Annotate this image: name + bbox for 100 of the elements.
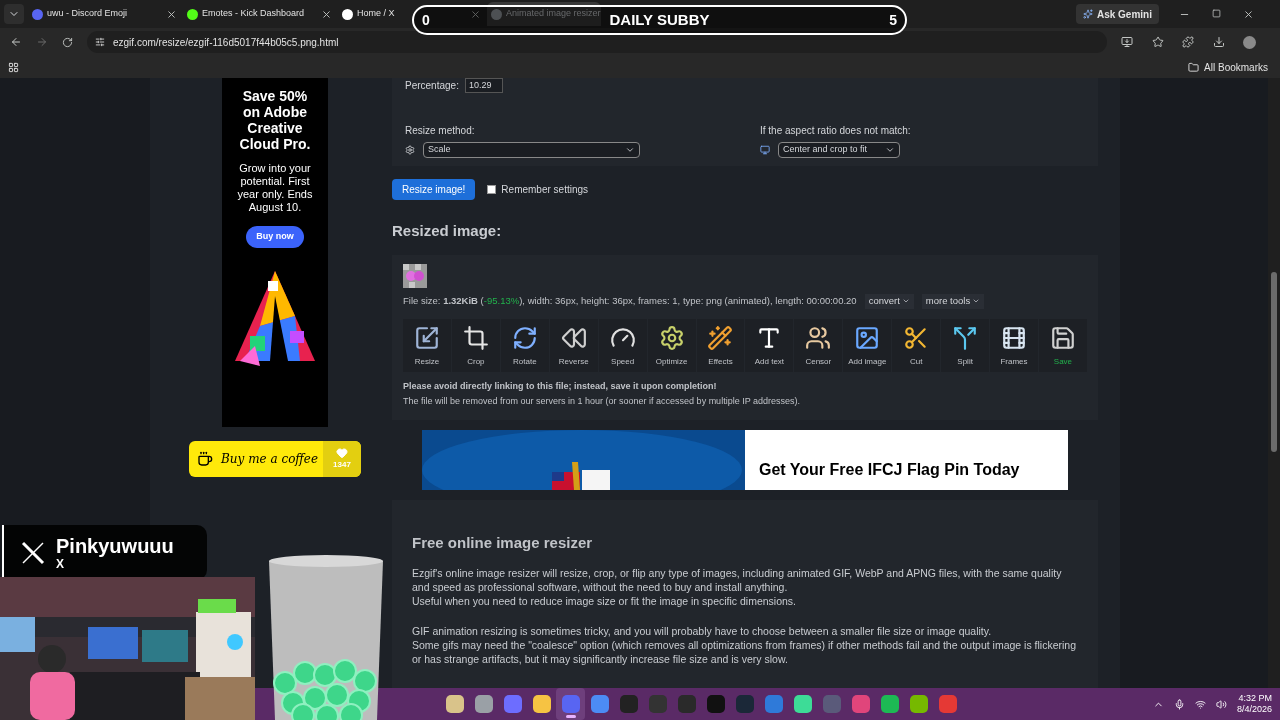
site-icon bbox=[187, 8, 198, 20]
site-info-icon bbox=[95, 37, 105, 47]
app-icon bbox=[474, 695, 493, 713]
split-icon bbox=[952, 324, 979, 351]
tool-button[interactable]: Effects bbox=[696, 318, 745, 372]
sidebar-ad[interactable]: Save 50% on Adobe Creative Cloud Pro. Grow into your potential. First year only. Ends August 10. Buy now bbox=[222, 78, 328, 427]
address-bar[interactable]: ezgif.com/resize/ezgif-116d5017f44b05c5.png.html bbox=[87, 31, 1107, 53]
monitor-icon bbox=[760, 145, 770, 155]
aspect-ratio-select[interactable]: Center and crop to fit bbox=[778, 142, 900, 158]
paragraph: Ezgif's online image resizer will resize, crop, or flip any type of images, including animated GIF, WebP and APNG files, with the same quality and speed as professional software, without the need to buy and install anything. bbox=[412, 565, 1063, 594]
app-icon bbox=[822, 695, 841, 713]
site-icon bbox=[342, 8, 353, 20]
taskbar-button[interactable] bbox=[556, 688, 585, 720]
field-label: Percentage: bbox=[405, 79, 459, 93]
tool-button[interactable]: Add text bbox=[745, 318, 794, 372]
tool-button[interactable]: Resize bbox=[403, 318, 451, 372]
percentage-field[interactable]: 10.29 bbox=[464, 78, 503, 93]
app-icon bbox=[793, 695, 812, 713]
tool-button[interactable]: Crop bbox=[451, 318, 500, 372]
extensions-icon[interactable] bbox=[1182, 35, 1194, 48]
rotate-icon bbox=[511, 324, 538, 351]
resize-method-select[interactable]: Scale bbox=[423, 142, 640, 158]
film-icon bbox=[1001, 324, 1027, 351]
app-icon bbox=[590, 695, 609, 713]
article-heading: Free online image resizer bbox=[412, 535, 594, 550]
close-icon[interactable] bbox=[1243, 8, 1254, 20]
tool-button[interactable]: Speed bbox=[598, 318, 647, 372]
app-icon bbox=[880, 695, 899, 713]
ask-gemini-button[interactable]: Ask Gemini bbox=[1075, 4, 1159, 24]
reload-icon[interactable] bbox=[62, 36, 73, 48]
wand-icon bbox=[707, 324, 734, 351]
paragraph: GIF animation resizing is sometimes tricky, and you will probably have to choose between a smaller file size or image quality. bbox=[412, 623, 993, 638]
more-tools-menu[interactable]: more tools bbox=[921, 293, 985, 309]
file-info: File size: 1.32KiB (-95.13%), width: 36px, height: 36px, frames: 1, type: png (animated), length: 00:00:00.20 bbox=[403, 293, 857, 308]
app-icon bbox=[764, 695, 783, 713]
tool-button[interactable]: Split bbox=[941, 318, 990, 372]
counter-value: 0 bbox=[422, 10, 430, 30]
convert-menu[interactable]: convert bbox=[864, 293, 914, 309]
network-icon[interactable] bbox=[1194, 698, 1206, 710]
counter-title: DAILY SUBBY bbox=[609, 9, 710, 30]
tool-button[interactable]: Cut bbox=[892, 318, 941, 372]
tool-button[interactable]: Censor bbox=[794, 318, 843, 372]
ad-text: Grow into your potential. First year only. Ends August 10. bbox=[236, 162, 314, 214]
tool-button[interactable]: Reverse bbox=[549, 318, 598, 372]
app-icon bbox=[619, 695, 638, 713]
close-icon[interactable] bbox=[321, 8, 332, 20]
caret-icon bbox=[901, 297, 910, 305]
apps-icon[interactable] bbox=[8, 61, 19, 73]
clock-time[interactable]: 4:32 PM bbox=[1238, 693, 1272, 704]
tool-button[interactable]: Optimize bbox=[647, 318, 696, 372]
chevron-down-icon bbox=[885, 145, 895, 155]
all-bookmarks-button[interactable]: All Bookmarks bbox=[1188, 59, 1272, 75]
volume-icon[interactable] bbox=[1215, 698, 1227, 710]
warning-text: Please avoid directly linking to this file; instead, save it upon completion! bbox=[403, 379, 718, 393]
chevron-down-icon bbox=[625, 145, 635, 155]
clock-date[interactable]: 8/4/2026 bbox=[1236, 704, 1272, 715]
crop-icon bbox=[462, 324, 489, 351]
caret-icon bbox=[972, 297, 981, 305]
resize-button[interactable]: Resize image! bbox=[392, 179, 476, 200]
counter-value: 5 bbox=[889, 10, 897, 30]
app-icon bbox=[938, 695, 957, 713]
maximize-icon[interactable] bbox=[1212, 8, 1221, 18]
coffee-button[interactable]: Buy me a coffee 1347 bbox=[189, 441, 361, 477]
platform-label: X bbox=[56, 556, 64, 571]
close-icon[interactable] bbox=[166, 8, 177, 20]
image-icon bbox=[854, 324, 881, 351]
sparkle-icon bbox=[1082, 9, 1093, 19]
tool-button[interactable]: Frames bbox=[990, 318, 1038, 372]
tool-button[interactable]: Add image bbox=[843, 318, 892, 372]
download-icon[interactable] bbox=[1212, 35, 1225, 48]
app-icon bbox=[677, 695, 696, 713]
app-icon bbox=[851, 695, 870, 713]
app-icon bbox=[909, 695, 928, 713]
star-icon[interactable] bbox=[1151, 35, 1164, 48]
cup-icon bbox=[197, 451, 213, 467]
gear-icon bbox=[658, 324, 685, 351]
app-icon bbox=[445, 695, 464, 713]
field-label: If the aspect ratio does not match: bbox=[760, 124, 911, 138]
checkbox-label: Remember settings bbox=[501, 183, 589, 197]
paragraph: Some gifs may need the "coalesce" option (which removes all optimizations from frames) if other methods fail and the output image is flickering or has strange artifacts, but it may significantly increase file size and is very slow. bbox=[412, 637, 1077, 666]
banner-ad[interactable]: Get Your Free IFCJ Flag Pin Today bbox=[422, 429, 1068, 490]
note-text: The file will be removed from our servers in 1 hour (or sooner if accessed by multiple IP addresses). bbox=[403, 395, 801, 408]
like-count: 1347 bbox=[333, 459, 351, 471]
microphone-icon[interactable] bbox=[1173, 698, 1185, 710]
app-icon bbox=[561, 695, 580, 713]
browser-tab[interactable]: Home / X bbox=[338, 2, 408, 26]
tool-button[interactable]: Save bbox=[1039, 318, 1087, 372]
browser-tab[interactable]: Emotes - Kick Dashboard bbox=[183, 2, 319, 26]
ad-headline: Get Your Free IFCJ Flag Pin Today bbox=[759, 459, 1020, 480]
buy-now-button[interactable]: Buy now bbox=[246, 226, 304, 248]
back-icon[interactable] bbox=[10, 36, 22, 48]
browser-tab[interactable]: uwu - Discord Emoji bbox=[28, 2, 164, 26]
scrollbar-thumb[interactable] bbox=[1271, 272, 1277, 452]
install-icon[interactable] bbox=[1121, 35, 1133, 48]
tool-button[interactable]: Rotate bbox=[500, 318, 549, 372]
tab-list-button[interactable] bbox=[4, 4, 24, 24]
paragraph: Useful when you need to reduce image size or fit the image in specific dimensions. bbox=[412, 593, 798, 608]
app-icon bbox=[503, 695, 522, 713]
profile-avatar[interactable] bbox=[1243, 35, 1256, 49]
checkbox[interactable] bbox=[487, 185, 497, 194]
